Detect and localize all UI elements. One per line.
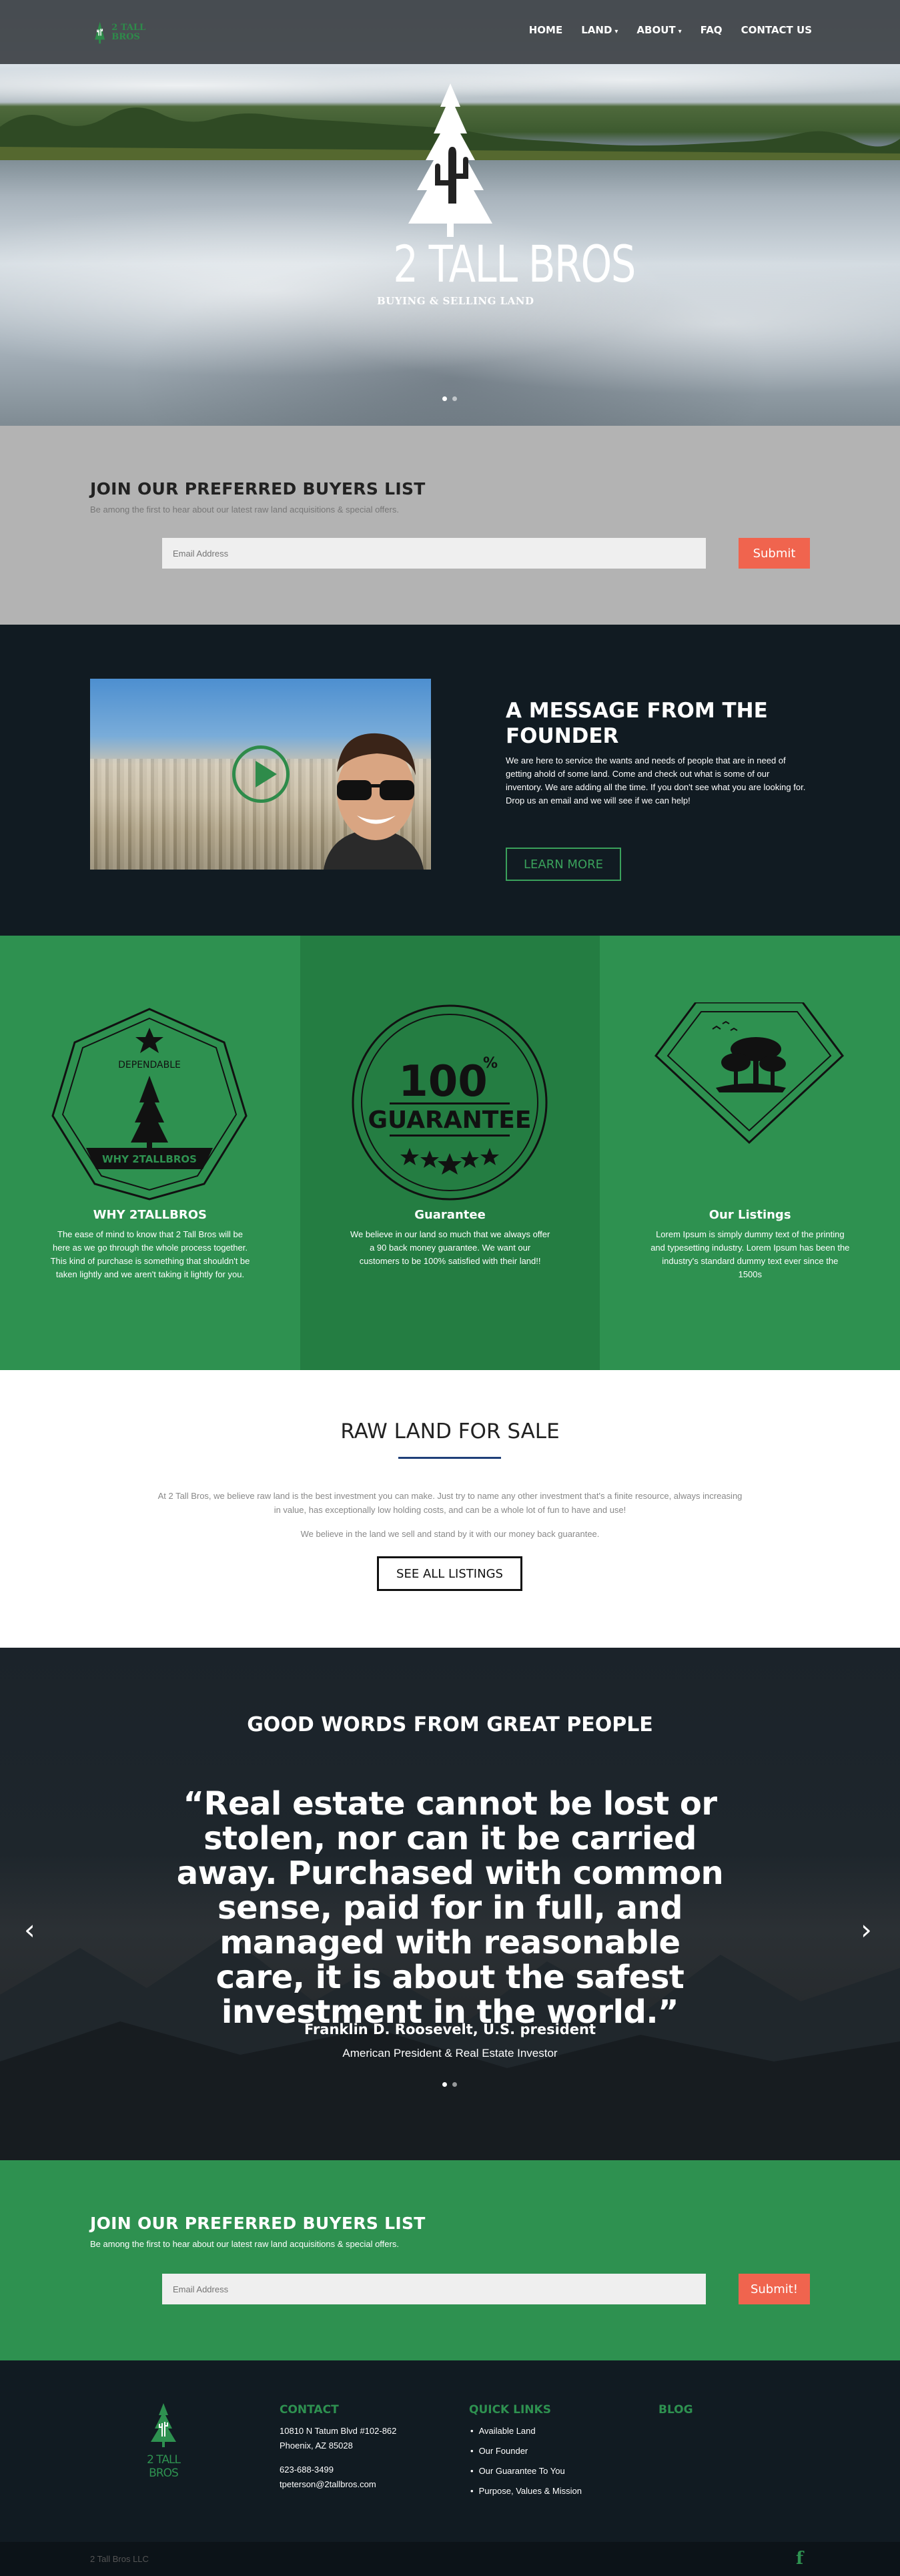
feature-title: Our Listings <box>709 1208 791 1222</box>
title-divider <box>398 1457 501 1459</box>
nav-about[interactable]: ABOUT ▾ <box>636 24 681 36</box>
footer-link[interactable]: Available Land <box>470 2426 536 2436</box>
testimonial-slider: GOOD WORDS FROM GREAT PEOPLE “Real estat… <box>0 1648 900 2160</box>
testimonial-heading: GOOD WORDS FROM GREAT PEOPLE <box>247 1713 653 1736</box>
dependable-badge-icon: DEPENDABLE WHY 2TALLBROS <box>51 1008 248 1201</box>
testimonial-author: Franklin D. Roosevelt, U.S. president <box>304 2021 596 2037</box>
badge-percent: % <box>483 1055 498 1072</box>
tree-logo-icon <box>151 2403 176 2447</box>
raw-land-paragraph: At 2 Tall Bros, we believe raw land is t… <box>157 1491 743 1515</box>
copyright-text: 2 Tall Bros LLC <box>90 2554 149 2564</box>
chevron-down-icon: ▾ <box>614 28 618 35</box>
footer-email[interactable]: tpeterson@2tallbros.com <box>280 2479 376 2489</box>
play-icon[interactable] <box>232 745 290 803</box>
badge-word: GUARANTEE <box>368 1106 531 1134</box>
footer-phone[interactable]: 623-688-3499 <box>280 2465 334 2475</box>
listings-badge-icon <box>654 1002 845 1145</box>
footer-blog-title[interactable]: BLOG <box>658 2403 693 2417</box>
founder-video[interactable] <box>90 679 431 870</box>
site-logo[interactable]: 2 TALL BROS <box>93 16 160 49</box>
footer-link[interactable]: Our Guarantee To You <box>470 2466 565 2476</box>
nav-contact[interactable]: CONTACT US <box>741 24 812 36</box>
submit-button[interactable]: Submit <box>739 538 810 569</box>
slider-dot[interactable] <box>442 2082 447 2087</box>
site-header: 2 TALL BROS HOME LAND ▾ ABOUT ▾ FAQ CONTAC… <box>0 0 900 64</box>
footer-logo-text: 2 TALL BROS <box>147 2453 181 2480</box>
founder-photo <box>324 733 424 870</box>
badge-top-text: DEPENDABLE <box>118 1060 181 1070</box>
email-input[interactable] <box>162 538 706 569</box>
feature-text: We believe in our land so much that we a… <box>350 1229 550 1266</box>
next-arrow-icon[interactable]: › <box>861 1913 872 1946</box>
footer-link[interactable]: Our Founder <box>470 2446 528 2456</box>
site-footer: 2 TALL BROS CONTACT 10810 N Tatum Blvd #… <box>0 2360 900 2542</box>
nav-contact-label: CONTACT US <box>741 24 812 36</box>
buyers-list-title: JOIN OUR PREFERRED BUYERS LIST <box>90 2214 426 2233</box>
footer-address-line2: Phoenix, AZ 85028 <box>280 2441 353 2451</box>
feature-guarantee: 100 % GUARANTEE Guarantee We believe in … <box>300 936 600 1370</box>
feature-why: DEPENDABLE WHY 2TALLBROS WHY 2TALLBROS T… <box>0 936 300 1370</box>
badge-number: 100 <box>398 1057 488 1106</box>
nav-home[interactable]: HOME <box>529 24 562 36</box>
footer-address-line1: 10810 N Tatum Blvd #102-862 <box>280 2426 397 2436</box>
slider-dot[interactable] <box>452 396 457 401</box>
testimonial-dots <box>442 2082 457 2087</box>
buyers-list-subtitle: Be among the first to hear about our lat… <box>90 2239 399 2249</box>
footer-logo[interactable]: 2 TALL BROS <box>133 2402 193 2480</box>
badge-bottom-text: WHY 2TALLBROS <box>102 1153 197 1165</box>
submit-button[interactable]: Submit! <box>739 2274 810 2304</box>
prev-arrow-icon[interactable]: ‹ <box>24 1913 35 1946</box>
raw-land-section: RAW LAND FOR SALE At 2 Tall Bros, we bel… <box>0 1370 900 1648</box>
founder-body: We are here to service the wants and nee… <box>506 755 806 806</box>
footer-bottom-bar: 2 Tall Bros LLC f <box>0 2542 900 2576</box>
chevron-down-icon: ▾ <box>678 28 682 35</box>
nav-land[interactable]: LAND ▾ <box>581 24 618 36</box>
nav-land-label: LAND <box>581 24 612 36</box>
raw-land-title: RAW LAND FOR SALE <box>340 1419 560 1443</box>
nav-home-label: HOME <box>528 24 563 36</box>
features-section: DEPENDABLE WHY 2TALLBROS WHY 2TALLBROS T… <box>0 936 900 1370</box>
email-input[interactable] <box>162 2274 706 2304</box>
founder-title: A MESSAGE FROM THE FOUNDER <box>506 699 768 748</box>
buyers-list-title: JOIN OUR PREFERRED BUYERS LIST <box>90 479 426 499</box>
testimonial-role: American President & Real Estate Investo… <box>342 2047 558 2059</box>
nav-faq-label: FAQ <box>700 24 723 36</box>
founder-section: A MESSAGE FROM THE FOUNDER We are here t… <box>0 625 900 936</box>
buyers-list-section-bottom: JOIN OUR PREFERRED BUYERS LIST Be among … <box>0 2160 900 2360</box>
testimonial-quote: “Real estate cannot be lost or stolen, n… <box>176 1785 724 2031</box>
buyers-list-section: JOIN OUR PREFERRED BUYERS LIST Be among … <box>0 426 900 625</box>
buyers-list-subtitle: Be among the first to hear about our lat… <box>90 505 399 515</box>
footer-link[interactable]: Purpose, Values & Mission <box>470 2486 582 2496</box>
feature-text: The ease of mind to know that 2 Tall Bro… <box>50 1229 250 1279</box>
main-nav: HOME LAND ▾ ABOUT ▾ FAQ CONTACT US <box>529 24 812 36</box>
slider-dot[interactable] <box>452 2082 457 2087</box>
feature-title: Guarantee <box>414 1208 486 1222</box>
raw-land-guarantee-text: We believe in the land we sell and stand… <box>300 1529 600 1539</box>
guarantee-badge-icon: 100 % GUARANTEE <box>352 1004 548 1201</box>
hero-subtitle: BUYING & SELLING LAND <box>377 295 534 307</box>
nav-faq[interactable]: FAQ <box>701 24 723 36</box>
tree-cactus-icon <box>408 83 492 237</box>
learn-more-button[interactable]: LEARN MORE <box>506 848 621 881</box>
feature-title: WHY 2TALLBROS <box>93 1208 207 1222</box>
feature-text: Lorem Ipsum is simply dummy text of the … <box>650 1229 850 1279</box>
logo-text: 2 TALL BROS <box>111 23 146 42</box>
see-all-listings-button[interactable]: SEE ALL LISTINGS <box>377 1556 522 1591</box>
footer-quick-links-title: QUICK LINKS <box>469 2403 551 2417</box>
nav-about-label: ABOUT <box>636 24 676 36</box>
slider-dot[interactable] <box>442 396 447 401</box>
hero-slider-dots <box>442 396 457 401</box>
tree-logo-icon <box>95 21 105 44</box>
hero-title: 2 TALL BROS <box>393 234 636 294</box>
footer-contact-title: CONTACT <box>280 2403 339 2417</box>
feature-listings: Our Listings Lorem Ipsum is simply dummy… <box>600 936 900 1370</box>
hero-logo: 2 TALL BROS BUYING & SELLING LAND <box>377 80 636 334</box>
facebook-icon[interactable]: f <box>796 2549 803 2569</box>
